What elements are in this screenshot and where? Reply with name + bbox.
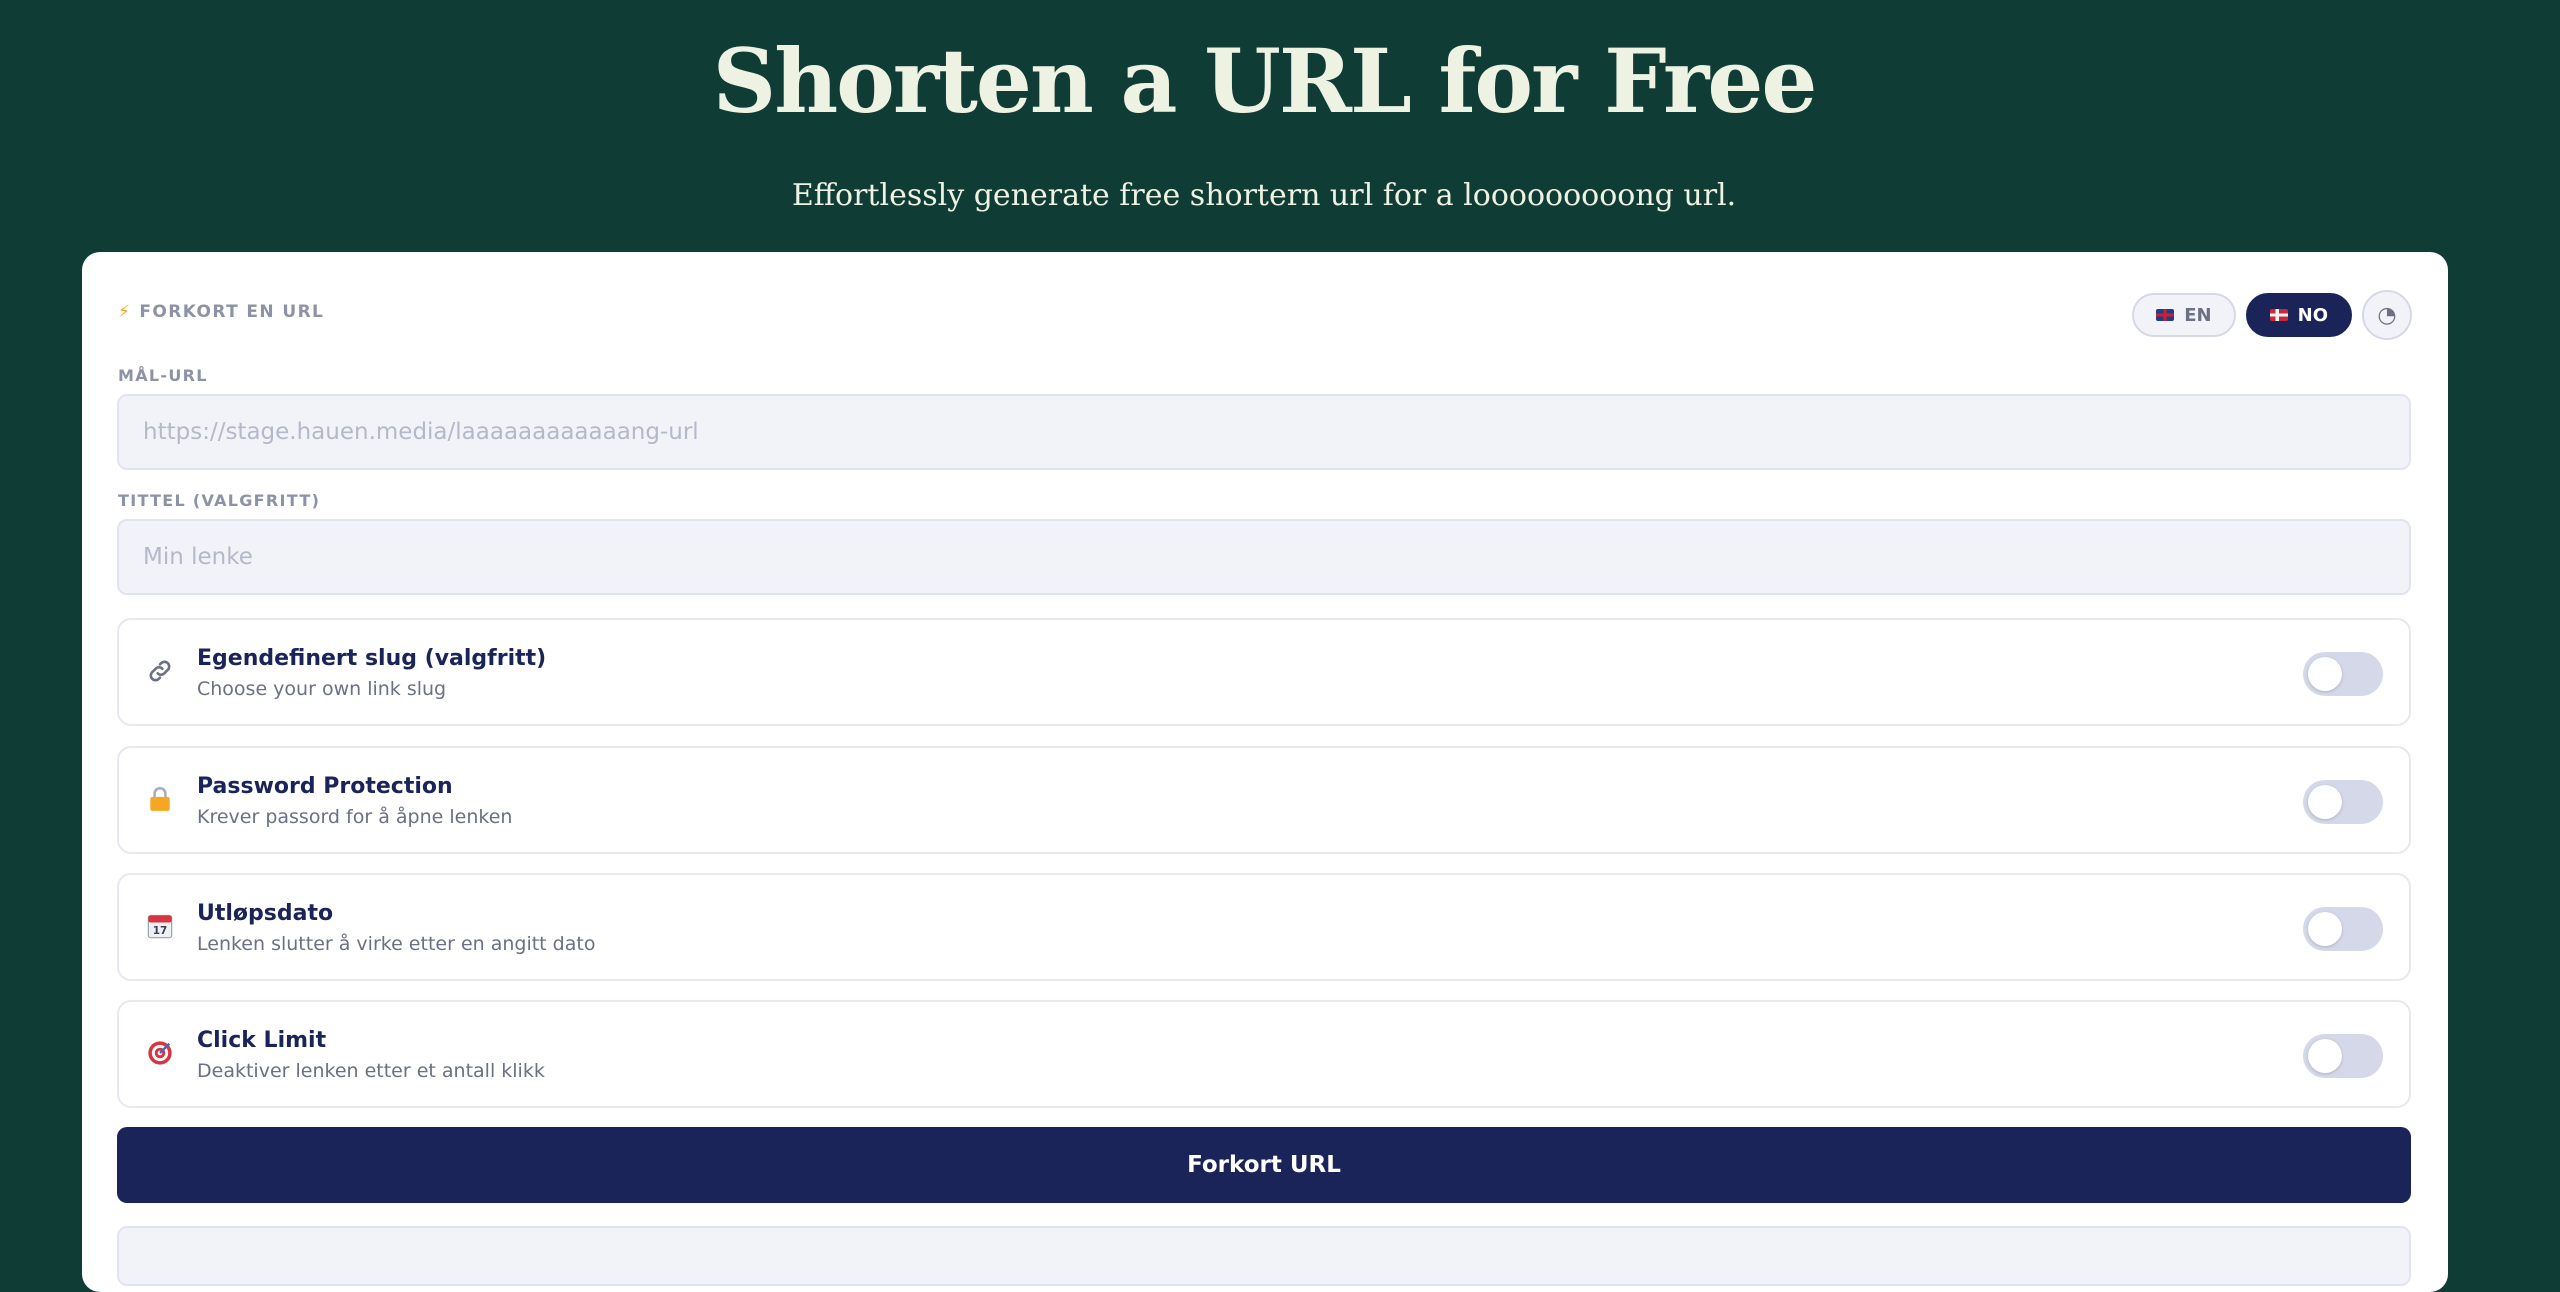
form-header: ⚡ FORKORT EN URL [118,302,324,322]
expiry-toggle[interactable] [2303,907,2383,951]
gb-flag-icon [2156,309,2175,321]
option-description: Lenken slutter å virke etter en angitt d… [197,933,596,955]
shorten-url-button[interactable]: Forkort URL [117,1127,2411,1203]
shorten-form-card: ⚡ FORKORT EN URL EN NO ◔ MÅL-URL TITTEL … [82,252,2448,1292]
toggle-knob [2308,912,2342,946]
option-description: Krever passord for å åpne lenken [197,806,513,828]
title-field-label: TITTEL (VALGFRITT) [118,491,321,510]
language-code-no: NO [2297,304,2328,326]
language-button-en[interactable]: EN [2132,293,2236,337]
target-icon [145,1038,175,1068]
lock-icon [145,784,175,814]
no-flag-icon [2269,309,2288,321]
language-code-en: EN [2184,304,2212,326]
form-header-label: FORKORT EN URL [139,302,325,322]
result-box [117,1226,2411,1286]
option-title: Password Protection [197,774,453,799]
language-switcher: EN NO ◔ [2132,290,2412,340]
svg-text:17: 17 [153,925,168,937]
lightning-bolt-icon: ⚡ [118,302,132,322]
calendar-icon: 17 [145,911,175,941]
theme-toggle-button[interactable]: ◔ [2362,290,2412,340]
option-title: Utløpsdato [197,901,334,926]
target-url-input[interactable] [117,394,2411,470]
title-input[interactable] [117,519,2411,595]
custom-slug-toggle[interactable] [2303,652,2383,696]
hero-section: Shorten a URL for Free Effortlessly gene… [0,0,2560,252]
option-click-limit[interactable]: Click Limit Deaktiver lenken etter et an… [117,1000,2411,1108]
toggle-knob [2308,785,2342,819]
option-title: Click Limit [197,1028,327,1053]
password-toggle[interactable] [2303,780,2383,824]
toggle-knob [2308,1039,2342,1073]
option-password-protection[interactable]: Password Protection Krever passord for å… [117,746,2411,854]
link-icon [145,656,175,686]
target-url-label: MÅL-URL [118,366,208,385]
option-expiry-date[interactable]: 17 Utløpsdato Lenken slutter å virke ett… [117,873,2411,981]
option-description: Deaktiver lenken etter et antall klikk [197,1060,545,1082]
toggle-knob [2308,657,2342,691]
theme-icon: ◔ [2377,302,2397,328]
option-custom-slug[interactable]: Egendefinert slug (valgfritt) Choose you… [117,618,2411,726]
page-title: Shorten a URL for Free [712,29,1818,133]
click-limit-toggle[interactable] [2303,1034,2383,1078]
option-description: Choose your own link slug [197,678,447,700]
language-button-no[interactable]: NO [2245,293,2352,337]
page-subtitle: Effortlessly generate free shortern url … [791,178,1737,213]
option-title: Egendefinert slug (valgfritt) [197,646,547,671]
